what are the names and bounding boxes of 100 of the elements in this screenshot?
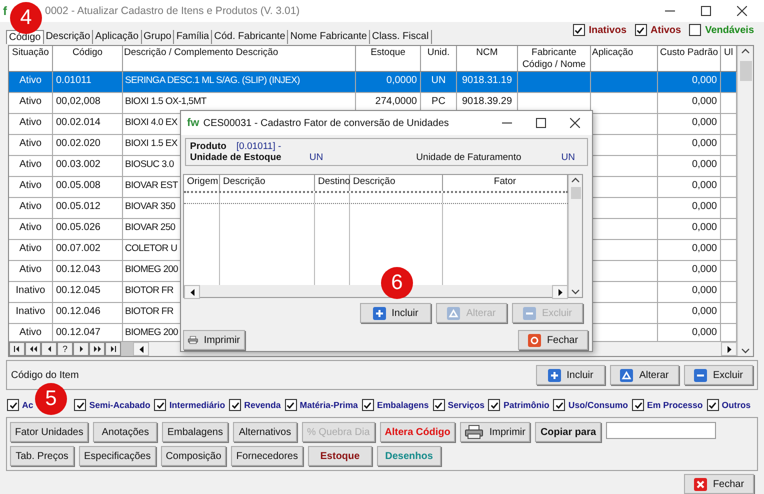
checkbox[interactable] [432,399,445,411]
checkbox[interactable] [7,399,19,411]
tab[interactable]: Nome Fabricante [288,30,370,44]
column-header[interactable]: Código [53,46,123,71]
close-button[interactable]: Fechar [684,474,754,494]
checkbox[interactable] [284,399,297,411]
table-cell: 0,000 [658,240,721,260]
action-button[interactable]: Estoque [308,446,372,466]
table-cell: 0,000 [658,261,721,281]
navigator-button[interactable] [25,342,41,356]
checkbox[interactable] [553,399,566,411]
column-header[interactable]: Descrição / Complemento Descrição [123,46,356,71]
action-button[interactable]: Fornecedores [231,446,303,466]
column-header[interactable]: Ul [721,46,737,71]
tab[interactable]: Class. Fiscal [370,30,432,44]
table-cell: 00.12.046 [53,303,123,323]
checkbox[interactable] [229,399,242,411]
action-button[interactable]: Excluir [684,365,753,385]
scroll-left-button[interactable] [133,342,149,356]
navigator-button[interactable] [105,342,121,356]
filter-label: Inativos [588,24,627,36]
table-cell: 0,000 [658,156,721,176]
action-button[interactable]: Tab. Preços [10,446,74,466]
action-button[interactable]: Altera Código [380,422,456,442]
tab[interactable]: Grupo [142,30,174,44]
column-header[interactable]: Origem [184,175,220,191]
table-cell: 00.05.026 [53,219,123,239]
checkbox[interactable] [632,399,644,411]
item-code-label: Código do Item [11,370,79,380]
checkbox[interactable] [706,399,719,411]
checkbox[interactable] [74,399,86,411]
minus-icon [522,306,536,320]
checkbox[interactable] [154,399,166,411]
checkbox[interactable] [572,24,585,36]
table-cell: 0,0000 [356,72,421,92]
navigator-button[interactable] [89,342,105,356]
tab[interactable]: Aplicação [93,30,142,44]
scroll-right-button[interactable] [721,342,737,356]
table-cell: 0,000 [658,303,721,323]
column-header[interactable]: Estoque [356,46,421,71]
print-button[interactable]: Imprimir [460,422,530,442]
triangle-icon [108,344,118,354]
action-button[interactable]: Alternativos [232,422,297,442]
navigator-button[interactable] [73,342,89,356]
app-logo: f [3,4,7,18]
table-cell: 00,02,008 [53,93,123,113]
tab[interactable]: Família [174,30,212,44]
column-header[interactable]: Situação [9,46,53,71]
table-cell: Ativo [9,261,53,281]
filter-label: Serviços [448,400,484,410]
table-cell: 0,000 [658,219,721,239]
action-button[interactable]: Copiar para [535,422,602,442]
triangle-icon [12,344,22,354]
checkbox[interactable] [362,399,374,411]
action-button[interactable]: Fator Unidades [10,422,88,442]
checkbox[interactable] [488,399,500,411]
maximize-icon [701,6,711,16]
filter-label: Embalagens [376,400,429,410]
printer-icon [465,425,484,439]
column-header[interactable]: Unid. [421,46,457,71]
navigator-button[interactable] [9,342,25,356]
table-cell: Ativo [9,93,53,113]
printer-icon [188,333,198,347]
table-cell: 00.12.043 [53,261,123,281]
minus-icon [694,368,707,382]
checkbox[interactable] [689,24,702,36]
tab[interactable]: Descrição [44,30,94,44]
scroll-thumb[interactable] [740,61,752,81]
table-row[interactable]: Ativo 0.01011 SERINGA DESC.1 ML S/AG. (SLIP) (INJEX) 0,0000 UN 9018.31.19 0,000 [9,72,737,93]
action-button[interactable]: Anotações [93,422,158,442]
filter-label: Patrimônio [503,400,550,410]
action-button[interactable]: Alterar [610,365,679,385]
scroll-thumb[interactable] [570,187,580,199]
column-header[interactable]: NCM [457,46,518,71]
refresh-button[interactable]: ? [57,342,73,356]
table-cell: UN [421,72,457,92]
action-button[interactable]: Embalagens [162,422,228,442]
table-cell: 0,000 [658,135,721,155]
column-header[interactable]: Custo Padrão [658,46,721,71]
scroll-right-button[interactable] [552,285,568,299]
filter-label: Revenda [244,400,281,410]
table-cell: 0,000 [658,282,721,302]
navigator-button[interactable] [41,342,57,356]
column-header[interactable]: Aplicação [591,46,658,71]
action-button[interactable]: Composição [160,446,226,466]
print-button[interactable]: Imprimir [183,330,245,350]
close-button[interactable]: Fechar [518,330,588,350]
column-header[interactable]: Fabricante Código / Nome [518,46,591,71]
action-button[interactable]: Incluir [536,365,605,385]
table-cell: Ativo [9,240,53,260]
scroll-thumb[interactable] [121,342,133,356]
table-cell: 0,000 [658,177,721,197]
checkbox[interactable] [634,24,647,36]
tab[interactable]: Cód. Fabricante [212,30,288,44]
text-field[interactable] [606,422,716,439]
action-button[interactable]: Especificações [79,446,156,466]
field-label: Unidade de Faturamento [416,152,522,163]
scroll-left-button[interactable] [184,285,200,299]
action-button[interactable]: Incluir [360,303,431,323]
table-cell: Ativo [9,219,53,239]
